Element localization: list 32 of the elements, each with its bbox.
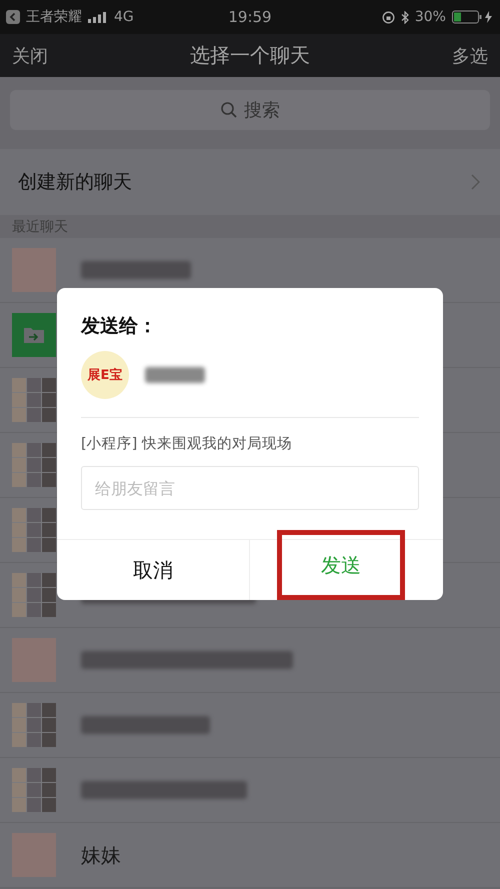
group-avatar xyxy=(12,768,56,812)
avatar-placeholder xyxy=(12,833,56,877)
bluetooth-icon xyxy=(400,10,409,24)
group-avatar xyxy=(12,378,56,422)
folder-icon xyxy=(12,313,56,357)
search-icon xyxy=(220,101,238,119)
chat-name: 妹妹 xyxy=(81,842,121,868)
group-avatar xyxy=(12,508,56,552)
network-label: 4G xyxy=(114,9,134,25)
message-input[interactable]: 给朋友留言 xyxy=(81,466,419,510)
group-avatar xyxy=(12,443,56,487)
group-avatar xyxy=(12,703,56,747)
battery-charging-icon xyxy=(452,10,494,24)
clock: 19:59 xyxy=(228,8,272,26)
group-avatar xyxy=(12,573,56,617)
shared-message: [小程序] 快来围观我的对局现场 xyxy=(81,435,293,453)
back-app-label[interactable]: 王者荣耀 xyxy=(26,8,82,26)
signal-icon xyxy=(88,12,108,22)
chat-row[interactable]: 妹妹 xyxy=(0,823,500,888)
close-link[interactable]: 关闭 xyxy=(12,44,48,68)
battery-percent: 30% xyxy=(414,9,446,25)
dialog-title: 发送给： xyxy=(81,314,158,339)
chevron-icon xyxy=(471,174,480,190)
recipient-logo: 展E宝 xyxy=(81,351,129,399)
back-icon[interactable] xyxy=(6,10,20,24)
send-button[interactable]: 发送 xyxy=(277,530,405,600)
avatar-placeholder xyxy=(12,638,56,682)
avatar-placeholder xyxy=(12,248,56,292)
create-chat-row[interactable]: 创建新的聊天 xyxy=(0,149,500,215)
multi-select-link[interactable]: 多选 xyxy=(452,44,488,68)
page-title: 选择一个聊天 xyxy=(190,42,310,69)
cancel-button[interactable]: 取消 xyxy=(57,540,250,600)
